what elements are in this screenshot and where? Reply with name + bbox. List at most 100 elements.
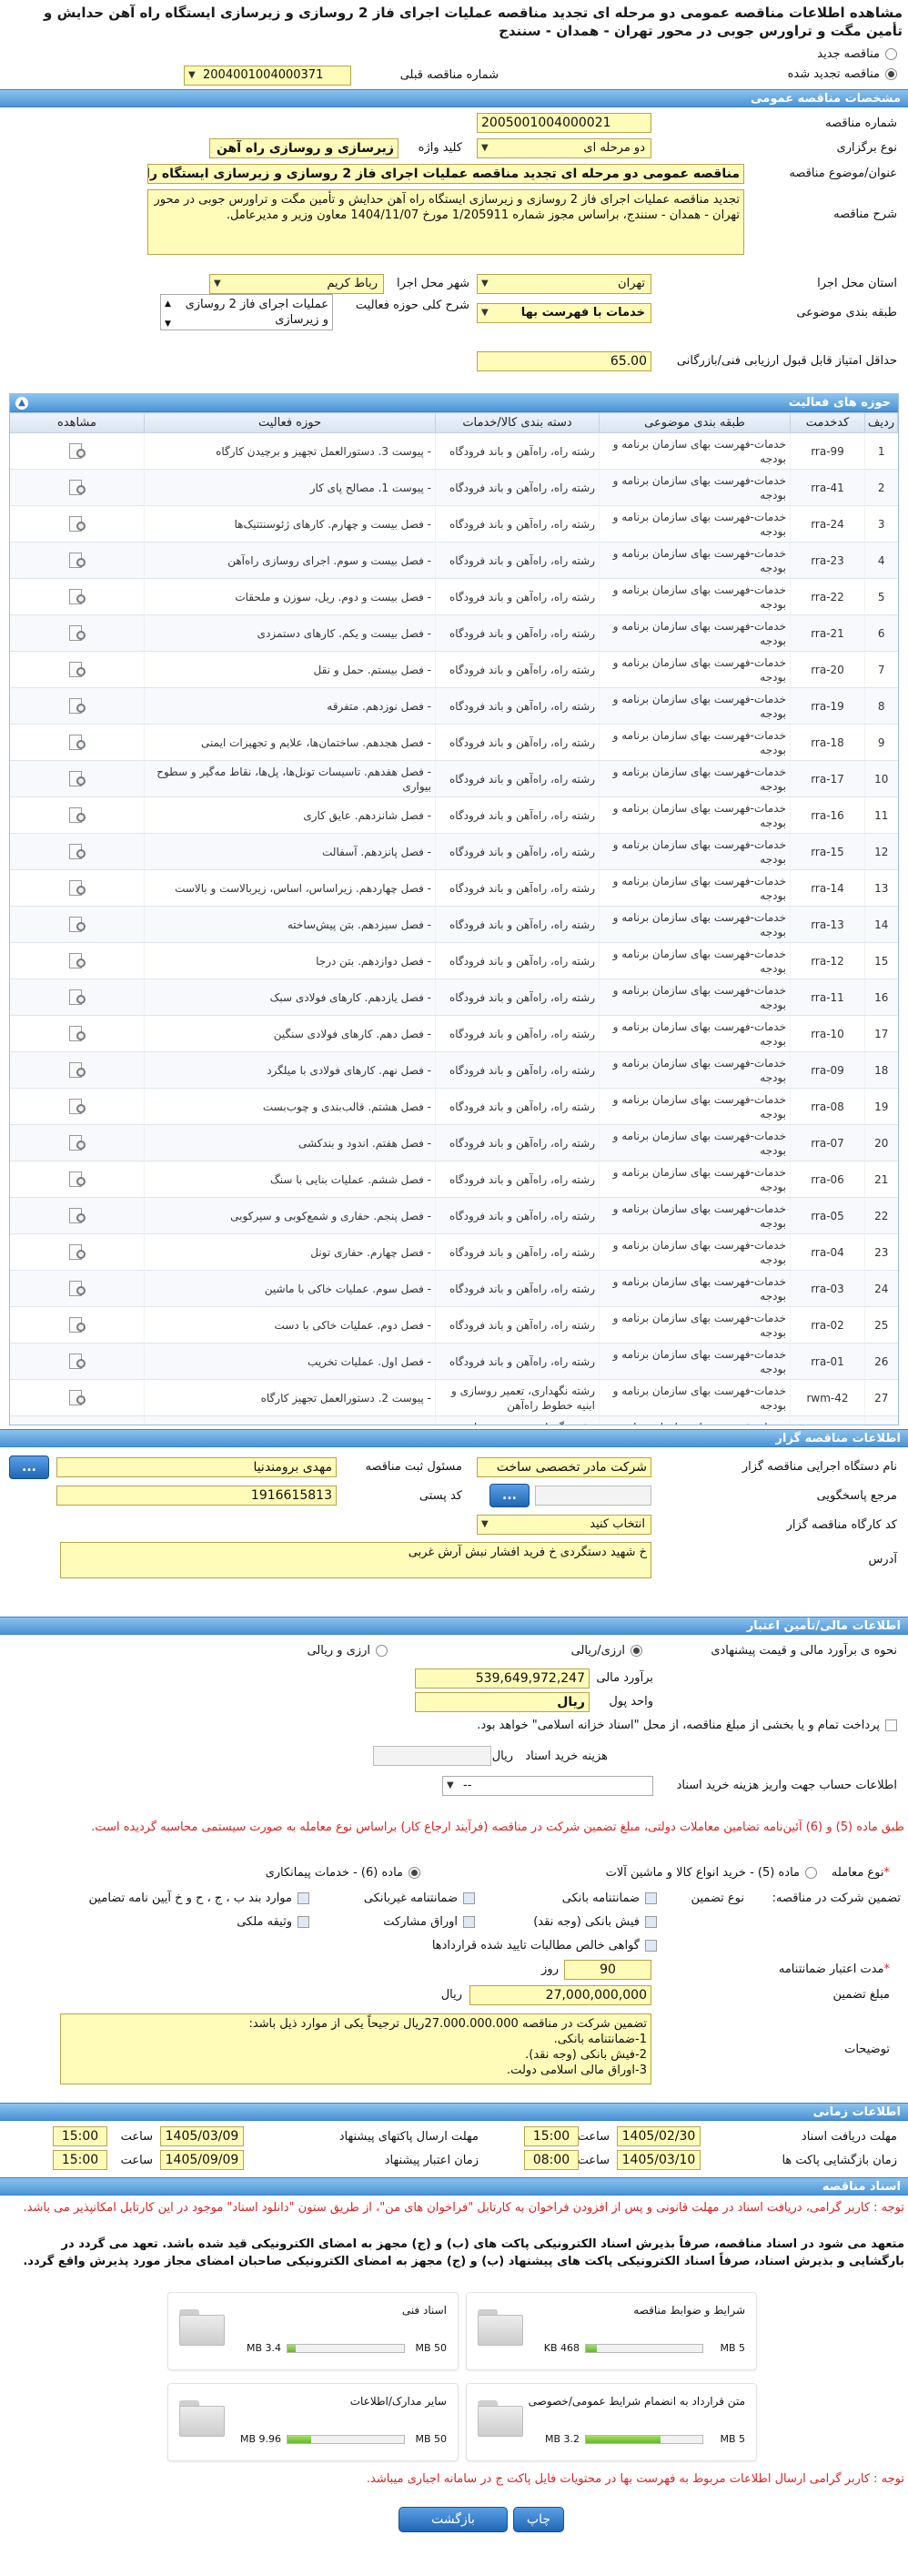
view-document-icon[interactable] [66, 769, 89, 789]
estimate-field[interactable]: 539,649,972,247 [415, 1668, 590, 1689]
table-row[interactable]: 5 rra-22 خدمات-فهرست بهای سازمان برنامه و … [10, 578, 898, 615]
radio-currency-rial[interactable]: ارزی/ریالی [560, 1640, 653, 1660]
currency-field[interactable]: ریال [415, 1692, 590, 1712]
radio-new-tender[interactable]: مناقصه جدید [806, 44, 908, 64]
receive-time[interactable]: 15:00 [524, 2126, 579, 2146]
account-select[interactable]: -- ▼ [442, 1776, 653, 1796]
view-document-icon[interactable] [66, 806, 89, 826]
view-document-icon[interactable] [66, 624, 89, 644]
radio-renewed-icon[interactable] [885, 67, 897, 80]
file-card-terms[interactable]: شرایط و ضوابط مناقصه 5 MB 468 KB [466, 2292, 757, 2370]
table-row[interactable]: 7 rra-20 خدمات-فهرست بهای سازمان برنامه و … [10, 651, 898, 688]
reference-lookup-button[interactable]: ... [489, 1484, 530, 1507]
view-document-icon[interactable] [66, 514, 89, 534]
organizer-type-select[interactable]: دو مرحله ای ▼ [477, 138, 651, 158]
table-row[interactable]: 25 rra-02 خدمات-فهرست بهای سازمان برنامه و… [10, 1306, 898, 1344]
view-document-icon[interactable] [66, 988, 89, 1008]
check-bank-guarantee[interactable]: ضمانتنامه بانکی [562, 1888, 657, 1908]
check-nonbank-guarantee[interactable]: ضمانتنامه غیربانکی [364, 1888, 475, 1908]
check-cash-icon[interactable] [645, 1915, 657, 1928]
check-collateral-icon[interactable] [298, 1915, 309, 1928]
radio-currency-rial-icon[interactable] [631, 1644, 642, 1657]
check-bylaw-icon[interactable] [298, 1891, 309, 1904]
view-document-icon[interactable] [66, 842, 89, 862]
table-row[interactable]: 20 rra-07 خدمات-فهرست بهای سازمان برنامه و… [10, 1124, 898, 1161]
view-document-icon[interactable] [66, 1388, 89, 1408]
validity-time[interactable]: 15:00 [53, 2150, 107, 2170]
postal-field[interactable]: 1916615813 [56, 1486, 337, 1506]
view-document-icon[interactable] [66, 1024, 89, 1044]
send-time[interactable]: 15:00 [53, 2126, 107, 2146]
table-row[interactable]: 26 rra-01 خدمات-فهرست بهای سازمان برنامه و… [10, 1343, 898, 1380]
view-document-icon[interactable] [66, 1206, 89, 1226]
view-document-icon[interactable] [66, 951, 89, 971]
receive-date[interactable]: 1405/02/30 [617, 2126, 701, 2146]
table-row[interactable]: 28rwm-05خدمات-فهرست بهای سازمان برنامه و… [10, 1415, 898, 1425]
table-row[interactable]: 8 rra-19 خدمات-فهرست بهای سازمان برنامه و … [10, 687, 898, 725]
check-bank-icon[interactable] [645, 1891, 657, 1904]
view-document-icon[interactable] [66, 1170, 89, 1190]
view-document-icon[interactable] [66, 915, 89, 935]
table-row[interactable]: 27 rwm-42 خدمات-فهرست بهای سازمان برنامه و… [10, 1379, 898, 1416]
guarantee-desc-field[interactable]: تضمین شرکت در مناقصه 27.000.000.000ریال … [60, 2013, 651, 2084]
view-document-icon[interactable] [66, 660, 89, 680]
table-row[interactable]: 24 rra-03 خدمات-فهرست بهای سازمان برنامه و… [10, 1270, 898, 1307]
radio-article5[interactable]: ماده (5) - خرید انواع کالا و ماشین آلات [606, 1862, 817, 1882]
category-select[interactable]: خدمات با فهرست بها ▼ [477, 303, 651, 323]
back-button[interactable]: بازگشت [399, 2507, 508, 2532]
validity-field[interactable]: 90 [564, 1960, 651, 1980]
check-bonds[interactable]: اوراق مشارکت [383, 1912, 475, 1932]
table-row[interactable]: 17 rra-10 خدمات-فهرست بهای سازمان برنامه و… [10, 1015, 898, 1052]
check-bonds-icon[interactable] [463, 1915, 475, 1928]
responsible-lookup-button[interactable]: ... [9, 1455, 49, 1479]
scope-list[interactable]: عملیات اجرای فاز 2 روسازی و زیرسازی ▲ ▼ [160, 294, 333, 330]
table-row[interactable]: 3 rra-24 خدمات-فهرست بهای سازمان برنامه و … [10, 505, 898, 543]
col-scope[interactable]: حوزه فعالیت [144, 412, 436, 433]
min-score-field[interactable]: 65.00 [477, 351, 651, 371]
radio-renewed-tender[interactable]: مناقصه تجدید شده [777, 64, 908, 84]
view-document-icon[interactable] [66, 1279, 89, 1299]
table-row[interactable]: 4 rra-23 خدمات-فهرست بهای سازمان برنامه و … [10, 542, 898, 579]
responsible-field[interactable]: مهدی برومندنیا [56, 1457, 337, 1477]
keyword-field[interactable]: زیرسازی و روسازی راه آهن [209, 138, 399, 158]
col-goods[interactable]: دسته بندی کالا/خدمات [435, 412, 600, 433]
workshop-select[interactable]: انتخاب کنید ▼ [477, 1515, 651, 1535]
view-document-icon[interactable] [66, 733, 89, 753]
validity-date[interactable]: 1405/09/09 [160, 2150, 244, 2170]
open-date[interactable]: 1405/03/10 [617, 2150, 701, 2170]
view-document-icon[interactable] [66, 1352, 89, 1372]
chevron-up-icon[interactable]: ▲ [165, 297, 171, 312]
radio-currency-and-rial[interactable]: ارزی و ریالی [296, 1640, 399, 1660]
view-document-icon[interactable] [66, 1097, 89, 1117]
tender-number-field[interactable]: 2005001004000021 [477, 113, 651, 133]
col-category[interactable]: طبقه بندی موضوعی [599, 412, 791, 433]
check-claims[interactable]: گواهی خالص مطالبات تایید شده قراردادها [432, 1935, 657, 1955]
radio-currency-and-rial-icon[interactable] [376, 1644, 388, 1657]
file-card-technical[interactable]: اسناد فنی 50 MB 3.4 MB [167, 2292, 459, 2370]
view-document-icon[interactable] [66, 1133, 89, 1153]
city-select[interactable]: رباط کریم ▼ [209, 274, 384, 294]
radio-new-icon[interactable] [885, 47, 897, 60]
view-document-icon[interactable] [66, 587, 89, 607]
table-row[interactable]: 2 rra-41 خدمات-فهرست بهای سازمان برنامه و … [10, 469, 898, 506]
view-document-icon[interactable] [66, 551, 89, 571]
table-row[interactable]: 13 rra-14 خدمات-فهرست بهای سازمان برنامه و… [10, 869, 898, 907]
table-row[interactable]: 14 rra-13 خدمات-فهرست بهای سازمان برنامه و… [10, 906, 898, 943]
title-field[interactable]: مناقصه عمومی دو مرحله ای تجدید مناقصه عم… [147, 164, 744, 184]
view-document-icon[interactable] [66, 696, 89, 716]
table-row[interactable]: 6 rra-21 خدمات-فهرست بهای سازمان برنامه و … [10, 614, 898, 652]
col-view[interactable]: مشاهده [10, 412, 145, 433]
table-row[interactable]: 1 rra-99 خدمات-فهرست بهای سازمان برنامه و … [10, 432, 898, 470]
table-row[interactable]: 10 rra-17 خدمات-فهرست بهای سازمان برنامه و… [10, 760, 898, 797]
table-row[interactable]: 9 rra-18 خدمات-فهرست بهای سازمان برنامه و … [10, 724, 898, 761]
view-document-icon[interactable] [66, 478, 89, 498]
check-bylaw-items[interactable]: موارد بند ب ، ج ، ح و خ آیین نامه تضامین [89, 1888, 309, 1908]
description-field[interactable]: تجدید مناقصه عملیات اجرای فاز 2 روسازی و… [147, 189, 744, 255]
address-field[interactable]: خ شهید دستگردی خ فرید افشار نبش آرش غربی [60, 1542, 651, 1578]
table-row[interactable]: 22 rra-05 خدمات-فهرست بهای سازمان برنامه و… [10, 1197, 898, 1234]
table-row[interactable]: 12 rra-15 خدمات-فهرست بهای سازمان برنامه و… [10, 833, 898, 870]
doc-fee-field[interactable] [373, 1746, 491, 1766]
check-cash[interactable]: فیش بانکی (وجه نقد) [533, 1912, 657, 1932]
col-code[interactable]: کدخدمت [790, 412, 865, 433]
radio-article6[interactable]: ماده (6) - خدمات پیمانکاری [266, 1862, 420, 1882]
